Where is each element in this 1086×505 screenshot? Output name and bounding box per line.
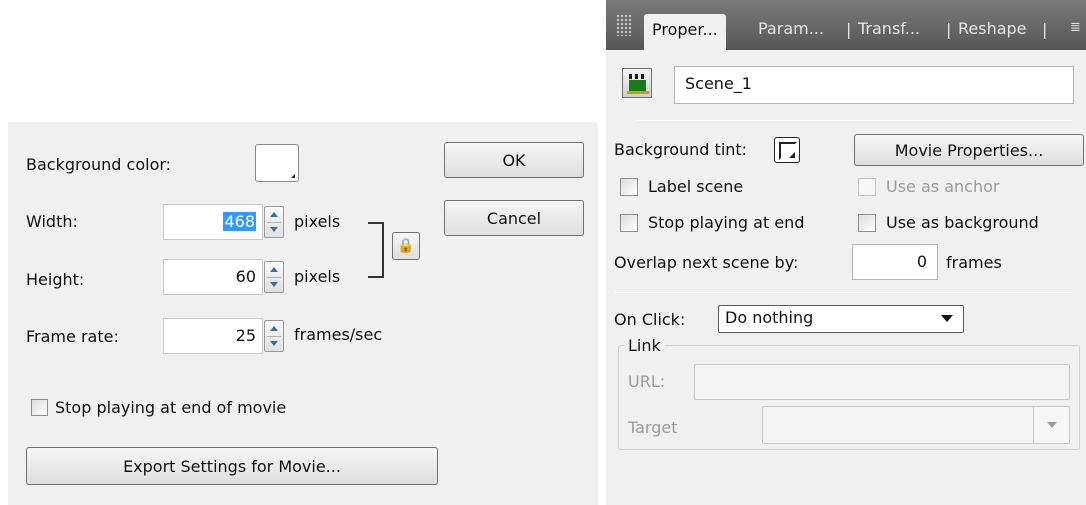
scene-name-input[interactable]: Scene_1 bbox=[674, 66, 1074, 104]
width-spinner[interactable] bbox=[264, 206, 284, 238]
background-color-swatch[interactable] bbox=[255, 144, 299, 182]
width-unit: pixels bbox=[294, 212, 341, 231]
height-input[interactable]: 60 bbox=[163, 259, 263, 295]
chevron-down-icon[interactable] bbox=[1033, 407, 1069, 443]
frame-rate-spinner[interactable] bbox=[264, 320, 284, 352]
height-label: Height: bbox=[26, 270, 85, 289]
aspect-link-bracket bbox=[368, 222, 384, 278]
properties-panel: Proper... Param... | Transf... | Reshape… bbox=[606, 0, 1086, 505]
overlap-unit: frames bbox=[946, 253, 1002, 272]
overlap-label: Overlap next scene by: bbox=[614, 253, 799, 272]
cancel-button[interactable]: Cancel bbox=[444, 200, 584, 236]
label-scene-checkbox[interactable] bbox=[620, 178, 638, 196]
divider bbox=[614, 292, 1072, 293]
height-unit: pixels bbox=[294, 267, 341, 286]
export-settings-button[interactable]: Export Settings for Movie... bbox=[26, 447, 438, 485]
tab-properties[interactable]: Proper... bbox=[644, 14, 726, 50]
background-tint-swatch[interactable] bbox=[774, 137, 800, 163]
tab-separator: | bbox=[1042, 20, 1048, 39]
use-as-background-label: Use as background bbox=[886, 213, 1039, 232]
target-label: Target bbox=[628, 418, 678, 437]
frame-rate-unit: frames/sec bbox=[294, 325, 383, 344]
tab-separator: | bbox=[946, 20, 952, 39]
frame-rate-input[interactable]: 25 bbox=[163, 318, 263, 354]
overlap-input[interactable]: 0 bbox=[852, 244, 938, 280]
tab-separator: | bbox=[846, 20, 852, 39]
on-click-label: On Click: bbox=[614, 310, 686, 329]
url-label: URL: bbox=[628, 372, 666, 391]
stop-playing-checkbox[interactable] bbox=[31, 399, 48, 416]
width-label: Width: bbox=[26, 212, 78, 231]
use-as-background-checkbox[interactable] bbox=[858, 214, 876, 232]
tab-transform[interactable]: Transf... bbox=[858, 16, 920, 50]
panel-menu-icon[interactable]: ≣ bbox=[1070, 20, 1084, 35]
panel-grip-icon[interactable] bbox=[616, 14, 632, 36]
tab-parameters[interactable]: Param... bbox=[758, 16, 824, 50]
movie-properties-button[interactable]: Movie Properties... bbox=[854, 134, 1084, 166]
panel-tab-bar: Proper... Param... | Transf... | Reshape… bbox=[606, 0, 1086, 50]
scene-clapperboard-icon bbox=[622, 68, 652, 98]
width-input[interactable]: 468 bbox=[163, 204, 263, 240]
background-color-label: Background color: bbox=[26, 155, 172, 174]
use-as-anchor-checkbox[interactable] bbox=[858, 178, 876, 196]
width-value: 468 bbox=[223, 212, 256, 231]
movie-properties-dialog: Background color: Width: 468 pixels 🔒 He… bbox=[8, 122, 598, 505]
background-tint-label: Background tint: bbox=[614, 140, 748, 159]
url-input[interactable] bbox=[694, 364, 1070, 400]
height-value: 60 bbox=[235, 267, 256, 286]
lock-aspect-icon[interactable]: 🔒 bbox=[392, 232, 420, 260]
stop-playing-label: Stop playing at end of movie bbox=[55, 398, 287, 417]
on-click-value: Do nothing bbox=[725, 308, 814, 327]
ok-button[interactable]: OK bbox=[444, 142, 584, 178]
link-group-label: Link bbox=[624, 336, 665, 356]
stop-playing-at-end-label: Stop playing at end bbox=[648, 213, 805, 232]
stop-playing-at-end-checkbox[interactable] bbox=[620, 214, 638, 232]
target-combobox[interactable] bbox=[762, 406, 1070, 444]
frame-rate-label: Frame rate: bbox=[26, 327, 119, 346]
on-click-dropdown[interactable]: Do nothing bbox=[718, 305, 964, 333]
use-as-anchor-label: Use as anchor bbox=[886, 177, 1000, 196]
chevron-down-icon bbox=[941, 315, 953, 322]
height-spinner[interactable] bbox=[264, 261, 284, 293]
frame-rate-value: 25 bbox=[235, 326, 256, 345]
label-scene-label: Label scene bbox=[648, 177, 744, 196]
divider bbox=[636, 120, 1072, 121]
tab-reshape[interactable]: Reshape bbox=[958, 16, 1027, 50]
